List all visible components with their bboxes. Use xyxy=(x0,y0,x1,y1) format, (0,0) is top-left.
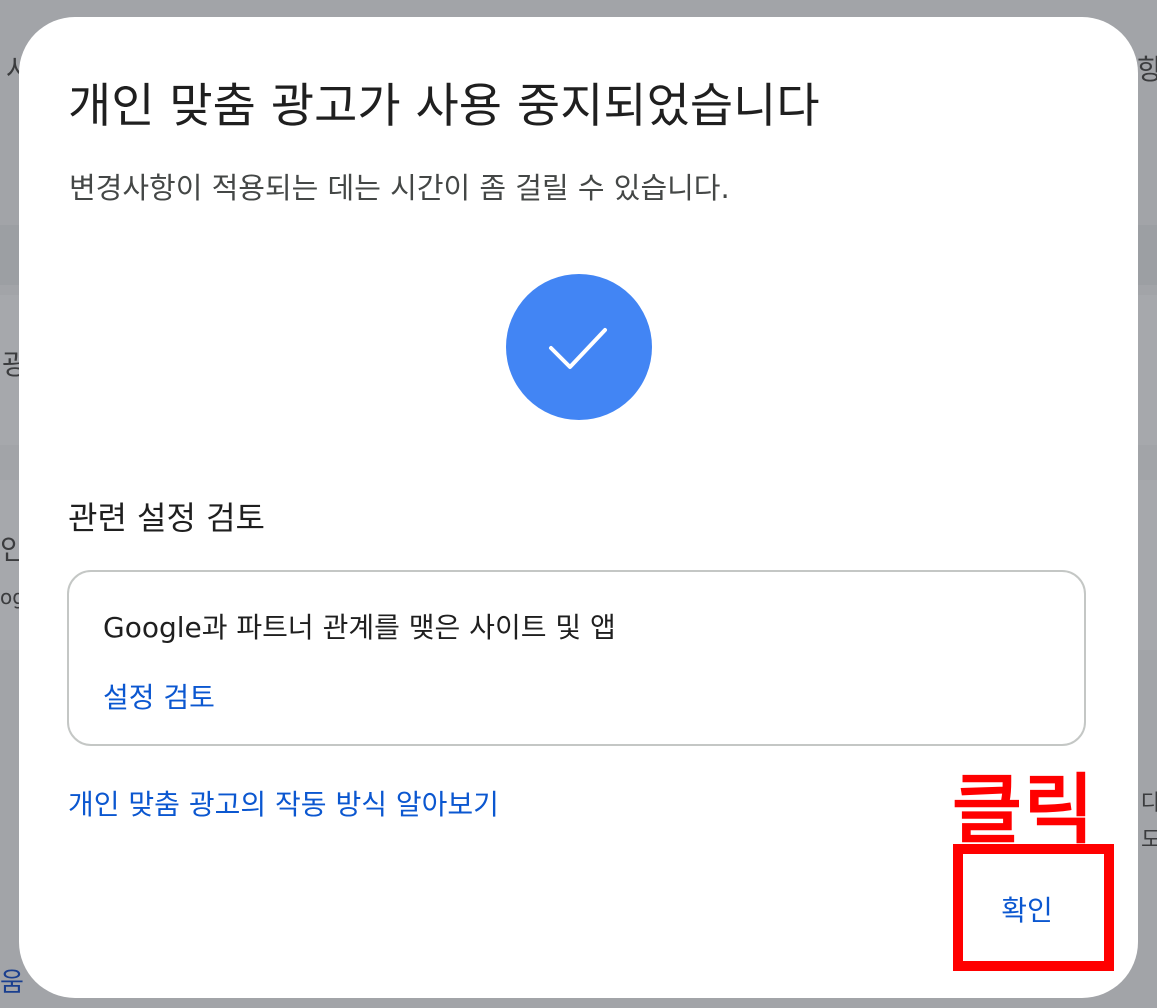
background-text: 도 xyxy=(1141,828,1157,853)
background-text: 움 xyxy=(0,968,24,998)
confirm-button[interactable]: 확인 xyxy=(979,883,1075,935)
success-check-circle xyxy=(506,274,652,420)
related-settings-heading: 관련 설정 검토 xyxy=(68,499,265,537)
dialog-title: 개인 맞춤 광고가 사용 중지되었습니다 xyxy=(68,79,820,134)
related-setting-card: Google과 파트너 관계를 맺은 사이트 및 앱 설정 검토 xyxy=(67,570,1086,746)
click-annotation-label: 클릭 xyxy=(952,765,1096,854)
check-icon xyxy=(549,328,607,369)
dialog-subtitle: 변경사항이 적용되는 데는 시간이 좀 걸릴 수 있습니다. xyxy=(69,171,730,205)
learn-how-ads-work-link[interactable]: 개인 맞춤 광고의 작동 방식 알아보기 xyxy=(68,783,499,823)
card-title: Google과 파트너 관계를 맺은 사이트 및 앱 xyxy=(103,611,616,644)
background-text: 다 xyxy=(1141,791,1157,816)
review-settings-link[interactable]: 설정 검토 xyxy=(103,676,215,716)
background-text: 향 xyxy=(1137,53,1157,86)
